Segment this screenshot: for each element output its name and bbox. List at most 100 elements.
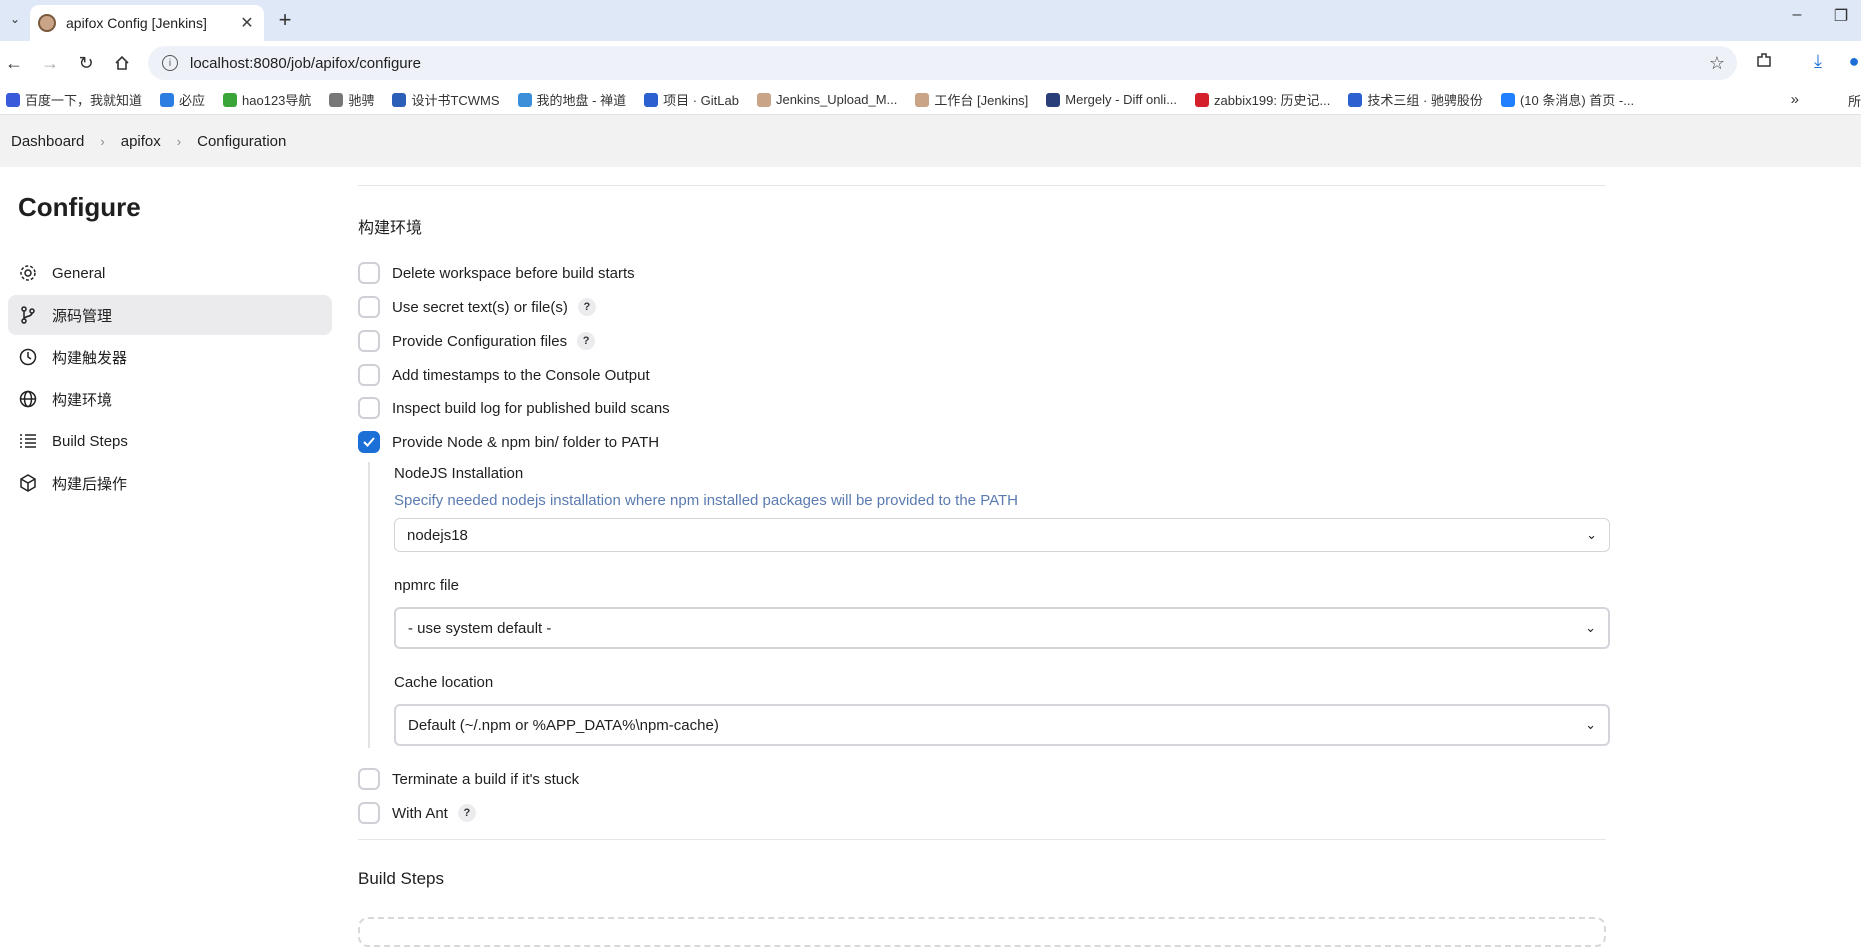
globe-icon (18, 389, 38, 409)
tab-title: apifox Config [Jenkins] (66, 15, 207, 31)
bookmark-label: 工作台 [Jenkins] (934, 93, 1029, 108)
option-provide-node[interactable]: Provide Node & npm bin/ folder to PATH (358, 430, 659, 454)
back-arrow-icon[interactable]: ← (2, 51, 26, 75)
build-steps-title: Build Steps (358, 869, 444, 888)
bookmark-item[interactable]: zabbix199: 历史记... (1195, 90, 1330, 109)
select-value: - use system default - (408, 619, 552, 637)
section-divider (358, 185, 1606, 186)
checkbox[interactable] (358, 397, 380, 419)
download-icon[interactable]: ⤓ (1806, 51, 1830, 72)
address-url[interactable]: localhost:8080/job/apifox/configure (190, 55, 1709, 72)
option-config-files[interactable]: Provide Configuration files ? (358, 329, 596, 353)
breadcrumb-dashboard[interactable]: Dashboard (11, 133, 84, 150)
bookmark-favicon-icon (644, 92, 659, 107)
all-bookmarks-folder[interactable]: 所 (1848, 91, 1861, 110)
checkbox[interactable] (358, 802, 380, 824)
sidebar-item-triggers[interactable]: 构建触发器 (8, 337, 332, 377)
reload-icon[interactable]: ↻ (74, 51, 98, 75)
nodejs-installation-select[interactable]: nodejs18 ⌄ (394, 518, 1610, 552)
checkbox[interactable] (358, 768, 380, 790)
bookmark-label: 项目 · GitLab (663, 93, 739, 108)
option-terminate-stuck[interactable]: Terminate a build if it's stuck (358, 767, 579, 791)
bookmark-item[interactable]: 我的地盘 - 禅道 (517, 90, 627, 109)
window-restore-icon[interactable]: ❐ (1826, 6, 1856, 26)
option-delete-workspace[interactable]: Delete workspace before build starts (358, 261, 635, 285)
browser-tab-strip: ⌄ apifox Config [Jenkins] ✕ + – ❐ (0, 0, 1861, 41)
cache-location-label: Cache location (394, 674, 494, 691)
bookmark-item[interactable]: (10 条消息) 首页 -... (1500, 90, 1635, 109)
tab-close-icon[interactable]: ✕ (238, 13, 256, 33)
checkmark-icon (363, 437, 375, 447)
bookmark-favicon-icon (6, 92, 20, 107)
breadcrumb: Dashboard › apifox › Configuration (0, 115, 1861, 167)
browser-tab-active[interactable]: apifox Config [Jenkins] ✕ (30, 5, 264, 41)
bookmark-favicon-icon (223, 92, 238, 107)
bookmarks-overflow-icon[interactable]: » (1791, 91, 1799, 108)
bookmark-favicon-icon (160, 92, 175, 107)
option-with-ant[interactable]: With Ant ? (358, 801, 476, 825)
bookmark-item[interactable]: Jenkins_Upload_M... (756, 92, 897, 107)
help-icon[interactable]: ? (577, 298, 596, 316)
checkbox[interactable] (358, 364, 380, 386)
bookmark-label: 必应 (179, 93, 206, 108)
cache-location-select[interactable]: Default (~/.npm or %APP_DATA%\npm-cache)… (394, 704, 1610, 746)
bookmark-item[interactable]: 百度一下，我就知道 (6, 90, 142, 109)
bookmark-item[interactable]: 工作台 [Jenkins] (915, 90, 1028, 109)
checkbox-checked[interactable] (358, 431, 380, 453)
home-icon[interactable] (110, 51, 134, 75)
checkbox-label: With Ant (392, 804, 448, 822)
forward-arrow-icon[interactable]: → (38, 51, 62, 75)
bookmark-label: 技术三组 · 驰骋股份 (1367, 93, 1483, 108)
checkbox-label: Provide Configuration files (392, 332, 568, 350)
window-minimize-icon[interactable]: – (1782, 6, 1812, 24)
checkbox[interactable] (358, 262, 380, 284)
bookmark-item[interactable]: 必应 (160, 90, 205, 109)
bookmark-label: 设计书TCWMS (411, 93, 500, 108)
bookmark-item[interactable]: hao123导航 (223, 90, 311, 109)
site-info-icon[interactable]: i (162, 55, 178, 71)
bookmark-item[interactable]: 驰骋 (329, 90, 374, 109)
option-secret-text[interactable]: Use secret text(s) or file(s) ? (358, 295, 596, 319)
address-bar[interactable]: i localhost:8080/job/apifox/configure ☆ (148, 46, 1737, 80)
sidebar-item-label: General (52, 264, 106, 282)
sidebar-item-post-build[interactable]: 构建后操作 (8, 463, 332, 503)
bookmark-star-icon[interactable]: ☆ (1709, 53, 1725, 74)
option-inspect-build-log[interactable]: Inspect build log for published build sc… (358, 396, 670, 420)
checkbox[interactable] (358, 296, 380, 318)
profile-avatar-icon[interactable]: ● (1842, 51, 1861, 72)
checkbox[interactable] (358, 330, 380, 352)
sidebar-item-general[interactable]: General (8, 253, 332, 293)
new-tab-plus-icon[interactable]: + (273, 7, 297, 33)
sidebar-item-build-steps[interactable]: Build Steps (8, 421, 332, 461)
option-timestamps[interactable]: Add timestamps to the Console Output (358, 363, 650, 387)
bookmark-label: 百度一下，我就知道 (25, 93, 143, 108)
bookmark-label: 我的地盘 - 禅道 (536, 93, 627, 108)
bookmark-favicon-icon (1348, 92, 1363, 107)
chevron-down-icon: ⌄ (1585, 717, 1596, 732)
sidebar-item-scm[interactable]: 源码管理 (8, 295, 332, 335)
breadcrumb-configuration[interactable]: Configuration (197, 133, 286, 150)
chevron-down-icon: ⌄ (1586, 527, 1597, 542)
bookmark-item[interactable]: Mergely - Diff onli... (1046, 92, 1177, 107)
bookmark-item[interactable]: 设计书TCWMS (392, 90, 500, 109)
help-icon[interactable]: ? (577, 332, 596, 350)
tab-search-chevron-icon[interactable]: ⌄ (4, 8, 26, 30)
sidebar-item-build-env[interactable]: 构建环境 (8, 379, 332, 419)
select-value: Default (~/.npm or %APP_DATA%\npm-cache) (408, 716, 719, 734)
bookmark-label: hao123导航 (242, 93, 312, 108)
gear-icon (18, 263, 38, 283)
npmrc-file-select[interactable]: - use system default - ⌄ (394, 607, 1610, 649)
checkbox-label: Provide Node & npm bin/ folder to PATH (392, 433, 660, 451)
bookmark-favicon-icon (1195, 92, 1210, 107)
checkbox-label: Inspect build log for published build sc… (392, 399, 670, 417)
bookmark-label: (10 条消息) 首页 -... (1519, 93, 1635, 108)
extensions-icon[interactable] (1752, 51, 1776, 74)
bookmark-favicon-icon (1046, 92, 1061, 107)
breadcrumb-apifox[interactable]: apifox (121, 133, 161, 150)
bookmark-item[interactable]: 技术三组 · 驰骋股份 (1348, 90, 1483, 109)
build-steps-dropzone[interactable] (358, 917, 1606, 947)
help-icon[interactable]: ? (457, 804, 476, 822)
bookmark-item[interactable]: 项目 · GitLab (644, 90, 739, 109)
sidebar-item-label: Build Steps (52, 432, 128, 450)
chevron-down-icon: ⌄ (1585, 620, 1596, 635)
